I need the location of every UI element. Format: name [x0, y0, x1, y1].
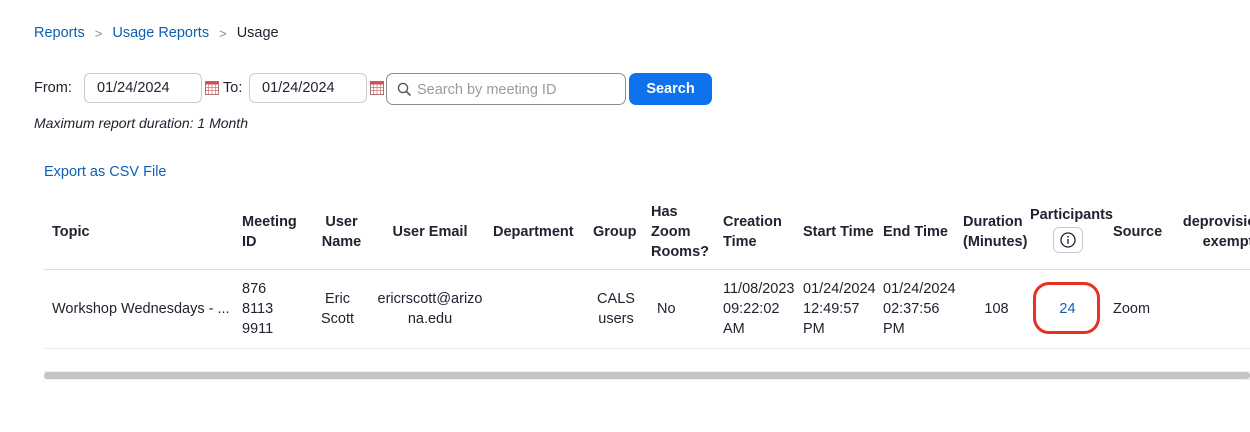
search-input[interactable]	[415, 75, 619, 105]
breadcrumb-current: Usage	[236, 25, 279, 41]
breadcrumb-usage-reports[interactable]: Usage Reports	[112, 25, 209, 41]
from-date-input[interactable]: 01/24/2024	[84, 73, 202, 103]
header-participants-label: Participants	[1030, 207, 1113, 223]
breadcrumb: Reports > Usage Reports > Usage	[34, 25, 279, 41]
info-icon[interactable]	[1052, 227, 1083, 253]
from-label: From:	[34, 80, 72, 96]
table-row: Workshop Wednesdays - ... 876 8113 9911 …	[44, 269, 1250, 349]
cell-department	[485, 269, 585, 349]
cell-source: Zoom	[1105, 269, 1174, 349]
breadcrumb-reports[interactable]: Reports	[34, 25, 85, 41]
search-button[interactable]: Search	[629, 73, 712, 105]
header-duration: Duration (Minutes)	[955, 195, 1030, 270]
to-date-input[interactable]: 01/24/2024	[249, 73, 367, 103]
header-source: Source	[1105, 195, 1174, 270]
usage-table-container: Topic Meeting ID User Name User Email De…	[44, 195, 1250, 375]
header-deprovision-exempt: deprovision_exempt	[1174, 195, 1250, 270]
header-has-zoom-rooms: Has Zoom Rooms?	[643, 195, 715, 270]
header-user-email: User Email	[367, 195, 485, 270]
cell-participants: 24	[1030, 269, 1105, 349]
calendar-icon[interactable]	[370, 81, 384, 95]
participants-count-link[interactable]: 24	[1059, 301, 1075, 317]
filter-bar: From: 01/24/2024 To: 01/24/2024 Search	[34, 73, 734, 105]
header-group: Group	[585, 195, 643, 270]
breadcrumb-separator: >	[219, 25, 227, 41]
search-field[interactable]	[386, 73, 626, 105]
cell-meeting-id: 876 8113 9911	[234, 269, 308, 349]
to-label: To:	[223, 80, 243, 96]
cell-has-zoom-rooms: No	[643, 269, 715, 349]
header-creation-time: Creation Time	[715, 195, 795, 270]
header-end-time: End Time	[875, 195, 955, 270]
cell-end-time: 01/24/2024 02:37:56 PM	[875, 269, 956, 349]
usage-table: Topic Meeting ID User Name User Email De…	[44, 195, 1250, 349]
header-meeting-id: Meeting ID	[234, 195, 308, 270]
cell-topic: Workshop Wednesdays - ...	[44, 269, 234, 349]
cell-creation-time: 11/08/2023 09:22:02 AM	[715, 269, 795, 349]
horizontal-scrollbar[interactable]	[44, 371, 1250, 380]
breadcrumb-separator: >	[94, 25, 103, 41]
table-header-row: Topic Meeting ID User Name User Email De…	[44, 195, 1250, 270]
cell-user-email: ericrscott@arizona.edu	[367, 269, 485, 349]
header-user-name: User Name	[308, 195, 367, 270]
header-topic: Topic	[44, 195, 234, 270]
header-department: Department	[485, 195, 585, 270]
cell-group: CALS users	[585, 269, 643, 349]
cell-user-name: Eric Scott	[308, 269, 367, 349]
cell-deprovision-exempt	[1174, 269, 1250, 349]
cell-duration: 108	[955, 269, 1030, 349]
scrollbar-thumb[interactable]	[44, 372, 1250, 379]
header-start-time: Start Time	[795, 195, 875, 270]
cell-start-time: 01/24/2024 12:49:57 PM	[795, 269, 876, 349]
report-duration-note: Maximum report duration: 1 Month	[34, 115, 248, 131]
calendar-icon[interactable]	[205, 81, 219, 95]
header-participants: Participants	[1030, 195, 1113, 270]
export-csv-link[interactable]: Export as CSV File	[44, 164, 167, 180]
search-icon	[397, 82, 411, 96]
